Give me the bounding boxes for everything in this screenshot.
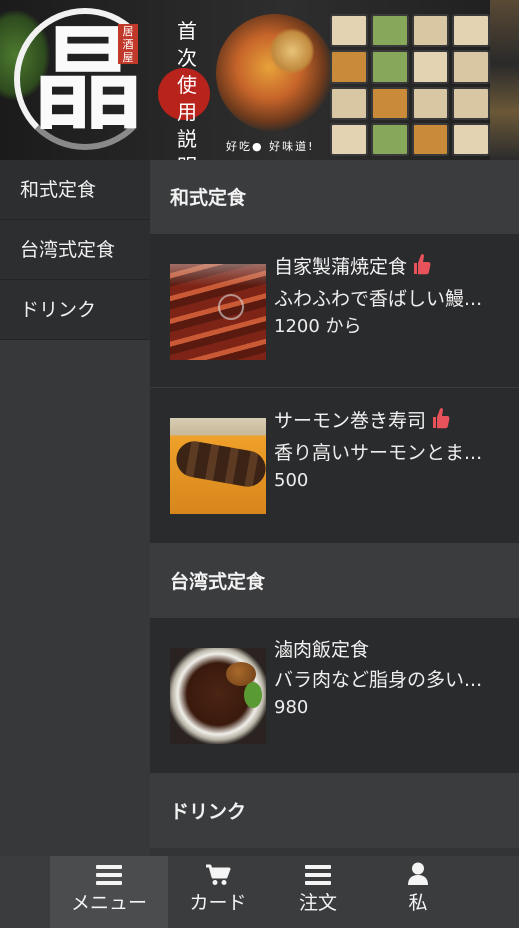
user-icon: [368, 856, 468, 886]
item-name-row: サーモン巻き寿司: [274, 407, 506, 436]
item-name: サーモン巻き寿司: [274, 410, 427, 432]
shop-banner[interactable]: 晶 居酒屋 首 次 使 用 説 明 好吃● 好味道!: [0, 0, 519, 160]
item-description: ふわふわで香ばしい鰻...: [274, 288, 483, 310]
sidebar-item-taiwanese[interactable]: 台湾式定食: [0, 220, 150, 280]
instruction-char: 説: [177, 127, 197, 151]
instruction-char: 明: [174, 153, 200, 160]
banner-dish-photo: [216, 14, 334, 132]
tab-profile[interactable]: 私: [368, 856, 468, 928]
grilled-eel-photo: [170, 264, 266, 360]
page: 晶 居酒屋 首 次 使 用 説 明 好吃● 好味道! 和式定食 台湾式定食 ドリ…: [0, 0, 519, 928]
item-name: 滷肉飯定食: [274, 639, 370, 661]
tab-cart[interactable]: カード: [168, 856, 268, 928]
category-sidebar: 和式定食 台湾式定食 ドリンク: [0, 160, 150, 856]
item-name: 自家製蒲焼定食: [274, 256, 408, 278]
salmon-roll-photo: [170, 418, 266, 514]
category-header: 台湾式定食: [150, 544, 519, 618]
menu-item-salmon[interactable]: サーモン巻き寿司 香り高いサーモンとま... 500: [150, 388, 519, 544]
thumbs-up-icon: [430, 407, 450, 436]
order-list-icon: [268, 856, 368, 886]
instruction-char: 次: [177, 46, 197, 70]
category-header: 和式定食: [150, 160, 519, 234]
tab-label: 私: [408, 892, 428, 914]
bottom-nav: メニュー カード 注文 私: [0, 856, 519, 928]
item-name-row: 滷肉飯定食: [274, 637, 506, 663]
banner-dish-detail: [270, 28, 314, 74]
tab-menu[interactable]: メニュー: [50, 856, 168, 928]
tab-label: カード: [189, 892, 247, 914]
item-description: バラ肉など脂身の多い...: [274, 669, 483, 691]
item-price: 1200 から: [274, 316, 362, 337]
instruction-char: 用: [177, 100, 197, 124]
tab-label: メニュー: [70, 892, 147, 914]
category-header: ドリンク: [150, 774, 519, 848]
banner-instructions-text: 首 次 使 用 説 明: [174, 18, 200, 160]
izakaya-seal: 居酒屋: [118, 24, 138, 64]
banner-caption: 好吃● 好味道!: [226, 140, 315, 153]
tab-label: 注文: [298, 892, 337, 914]
sidebar-item-drinks[interactable]: ドリンク: [0, 280, 150, 340]
sidebar-item-washoku[interactable]: 和式定食: [0, 160, 150, 220]
banner-bento-photo: [330, 14, 490, 156]
item-name-row: 自家製蒲焼定食: [274, 253, 506, 282]
item-description: 香り高いサーモンとま...: [274, 442, 483, 464]
tab-orders[interactable]: 注文: [268, 856, 368, 928]
item-price: 980: [274, 697, 309, 718]
menu-item-eel[interactable]: 自家製蒲焼定食 ふわふわで香ばしい鰻... 1200 から: [150, 234, 519, 388]
menu-list-icon: [50, 856, 168, 886]
cart-icon: [168, 856, 268, 886]
thumbs-up-icon: [411, 253, 431, 282]
instruction-char: 使: [177, 73, 197, 97]
braised-pork-rice-photo: [170, 648, 266, 744]
menu-list: 和式定食 自家製蒲焼定食 ふわふわで香ばしい鰻... 1200 から サーモン巻…: [150, 160, 519, 856]
banner-edge-photo: [490, 0, 519, 160]
menu-item-braised-pork[interactable]: 滷肉飯定食 バラ肉など脂身の多い... 980: [150, 618, 519, 774]
instruction-char: 首: [177, 19, 197, 43]
item-price: 500: [274, 470, 309, 491]
